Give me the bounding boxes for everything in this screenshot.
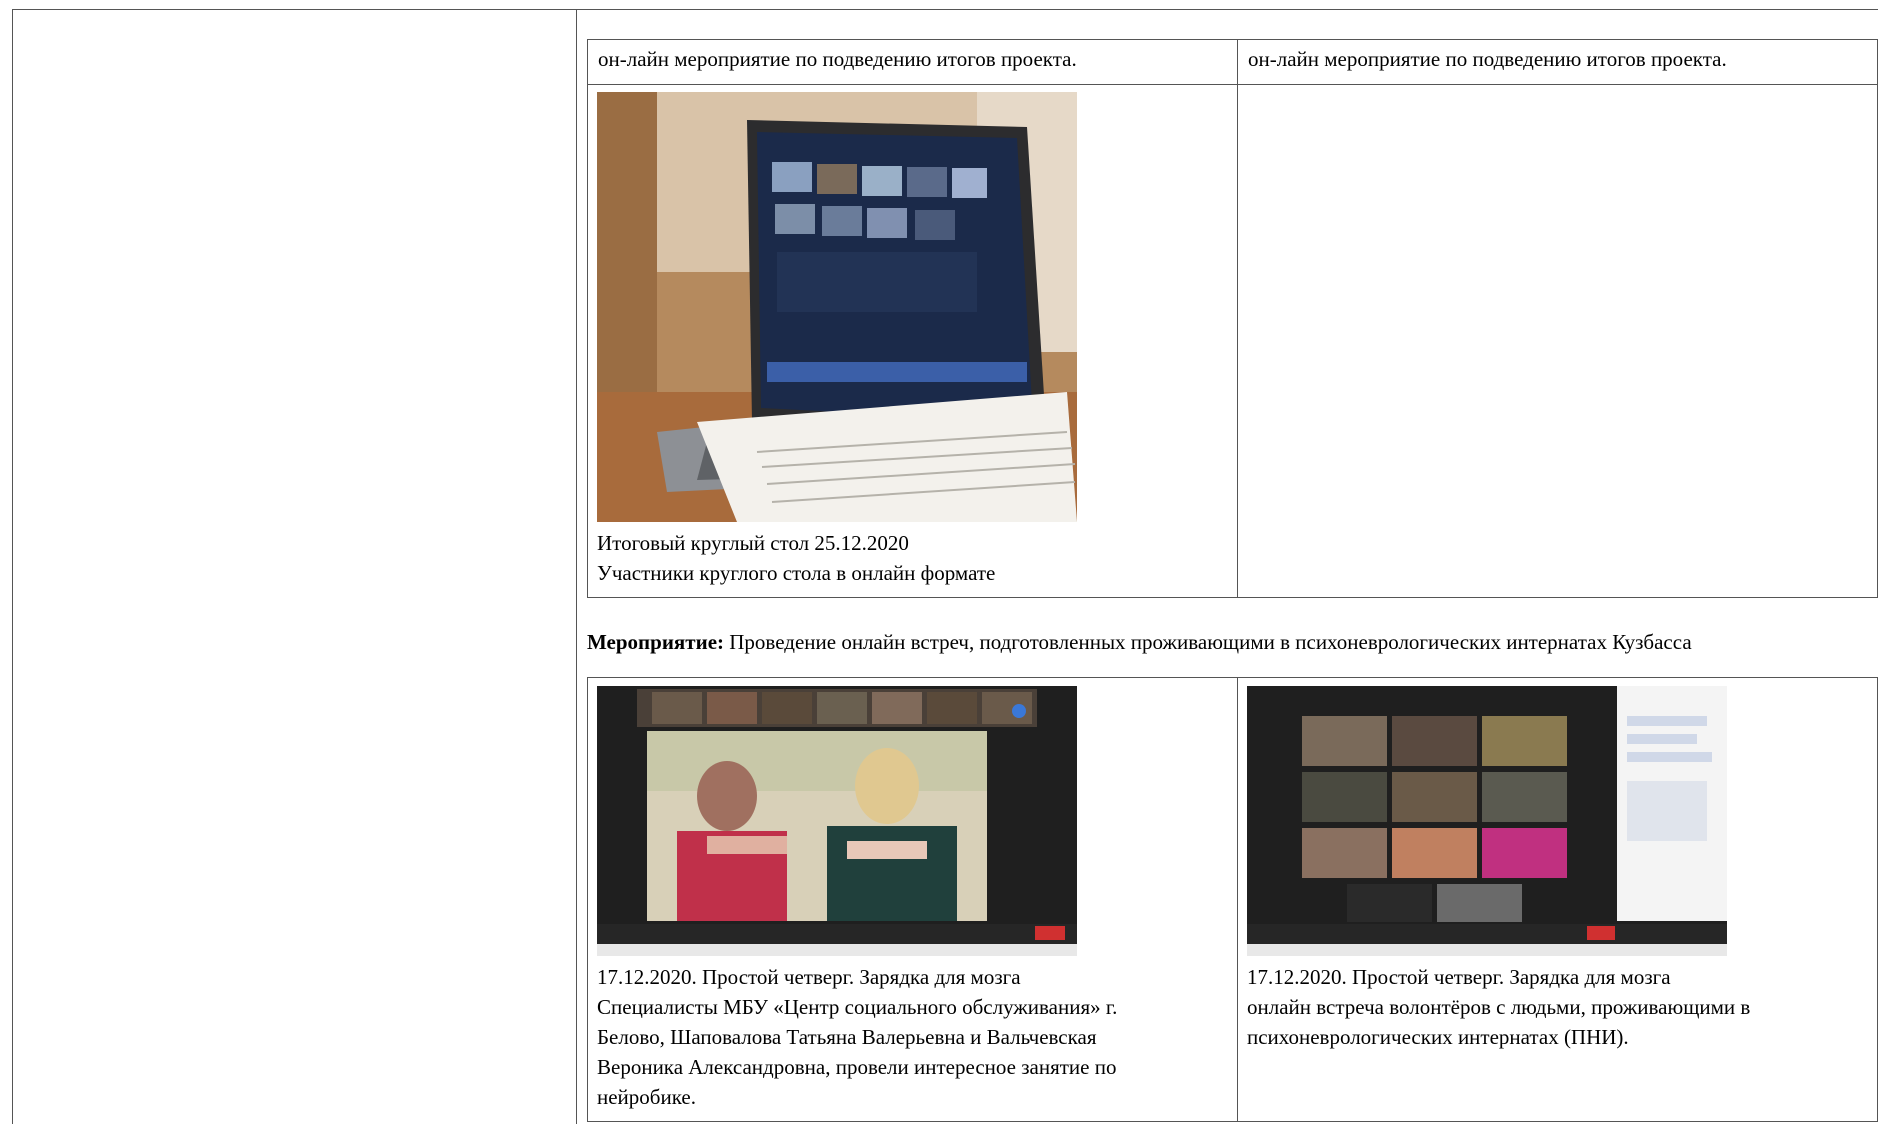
table1-row2-col2 (1237, 84, 1878, 598)
left-caption-line: Вероника Александровна, провели интересн… (597, 1055, 1117, 1079)
left-caption-line: нейробике. (597, 1085, 696, 1109)
left-caption-line: Белово, Шаповалова Татьяна Валерьевна и … (597, 1025, 1097, 1049)
zoom-gallery-photo (1247, 686, 1727, 956)
left-caption: 17.12.2020. Простой четверг. Зарядка для… (597, 962, 1117, 1112)
event-text: Проведение онлайн встреч, подготовленных… (724, 630, 1692, 654)
laptop-roundtable-photo (597, 92, 1077, 522)
row1-col2-text: он-лайн мероприятие по подведению итогов… (1248, 47, 1727, 71)
table1-row1-col2: он-лайн мероприятие по подведению итогов… (1237, 39, 1878, 85)
row1-col1-text: он-лайн мероприятие по подведению итогов… (598, 47, 1077, 71)
photo1-caption-line1: Итоговый круглый стол 25.12.2020 (597, 531, 909, 555)
right-caption-line: 17.12.2020. Простой четверг. Зарядка для… (1247, 965, 1671, 989)
event-label: Мероприятие: (587, 630, 725, 654)
photo1-caption: Итоговый круглый стол 25.12.2020 Участни… (597, 528, 995, 588)
table1-row1-col1: он-лайн мероприятие по подведению итогов… (587, 39, 1238, 85)
outer-left-column (12, 9, 577, 1124)
left-caption-line: Специалисты МБУ «Центр социального обслу… (597, 995, 1118, 1019)
zoom-neurobics-photo (597, 686, 1077, 956)
event-heading: Мероприятие: Проведение онлайн встреч, п… (587, 627, 1878, 657)
right-caption: 17.12.2020. Простой четверг. Зарядка для… (1247, 962, 1750, 1052)
photo1-caption-line2: Участники круглого стола в онлайн формат… (597, 561, 996, 585)
left-caption-line: 17.12.2020. Простой четверг. Зарядка для… (597, 965, 1021, 989)
right-caption-line: психоневрологических интернатах (ПНИ). (1247, 1025, 1629, 1049)
right-caption-line: онлайн встреча волонтёров с людьми, прож… (1247, 995, 1751, 1019)
